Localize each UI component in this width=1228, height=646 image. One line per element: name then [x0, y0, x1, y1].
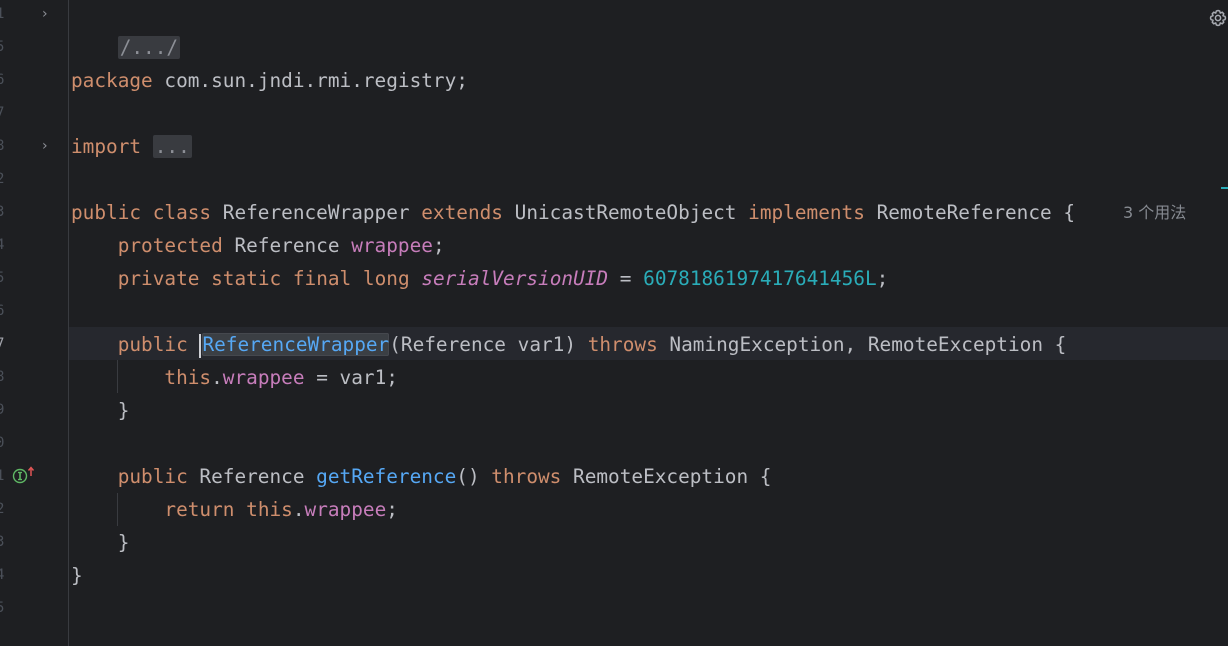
keyword: implements: [748, 201, 865, 224]
chevron-right-icon[interactable]: ›: [42, 130, 56, 163]
line-number: 5: [0, 600, 5, 616]
close-brace: }: [117, 399, 130, 422]
close-brace: }: [71, 564, 83, 587]
line-number: 3: [0, 534, 5, 550]
type-name: Reference: [187, 465, 317, 488]
static-field-name: serialVersionUID: [421, 267, 609, 290]
scrollbar-marker[interactable]: [1221, 187, 1228, 189]
keyword: static: [211, 267, 282, 290]
line-number: 3: [0, 204, 5, 220]
dot: .: [211, 366, 223, 389]
line-number: 9: [0, 402, 5, 418]
code-line-method[interactable]: public Reference getReference() throws R…: [71, 460, 772, 493]
gear-icon[interactable]: [1208, 8, 1228, 28]
operator: =: [608, 267, 644, 290]
keyword: private: [117, 267, 200, 290]
keyword: throws: [587, 333, 658, 356]
code-line-import[interactable]: import ...: [71, 130, 192, 163]
chevron-right-icon[interactable]: ›: [42, 0, 56, 31]
semicolon: ;: [432, 234, 445, 257]
method-name: getReference: [316, 465, 457, 488]
field-name: wrappee: [222, 366, 305, 389]
keyword: public: [117, 465, 188, 488]
line-number: 2: [0, 171, 5, 187]
keyword: long: [362, 267, 410, 290]
type-name: Reference: [222, 234, 352, 257]
code-line-return[interactable]: return this.wrappee;: [71, 493, 398, 526]
keyword: extends: [421, 201, 503, 224]
keyword: import: [71, 135, 142, 158]
keyword: throws: [491, 465, 562, 488]
number-literal: 6078186197417641456L: [643, 267, 877, 290]
package-name: com.sun.jndi.rmi.registry;: [152, 69, 468, 92]
line-number-gutter: 1 5 6 7 8 2 3 4 5 6 7 8 9 0 1 2 3 4 5 › …: [0, 0, 69, 646]
line-number: 4: [0, 237, 5, 253]
keyword: public: [117, 333, 188, 356]
keyword: this: [164, 366, 212, 389]
code-editor[interactable]: 1 5 6 7 8 2 3 4 5 6 7 8 9 0 1 2 3 4 5 › …: [0, 0, 1228, 646]
code-line-header[interactable]: /.../: [71, 0, 181, 59]
line-number: 1: [0, 6, 5, 22]
line-number: 6: [0, 303, 5, 319]
keyword: package: [71, 69, 153, 92]
folded-imports[interactable]: ...: [152, 135, 192, 158]
exception-list: NamingException, RemoteException {: [657, 333, 1067, 356]
line-number: 8: [0, 369, 5, 385]
line-number: 2: [0, 501, 5, 517]
folded-region[interactable]: /.../: [117, 36, 181, 59]
line-number: 1: [0, 468, 5, 484]
line-number: 5: [0, 270, 5, 286]
code-line-close-brace[interactable]: }: [71, 559, 83, 592]
line-number: 7: [0, 105, 5, 121]
exception-list: RemoteException {: [561, 465, 772, 488]
superclass-name: UnicastRemoteObject: [502, 201, 749, 224]
code-line-close-brace[interactable]: }: [71, 394, 130, 427]
line-number-active: 7: [0, 336, 5, 352]
parens: (): [456, 465, 492, 488]
field-name: wrappee: [304, 498, 387, 521]
code-line-close-brace[interactable]: }: [71, 526, 130, 559]
keyword: return: [164, 498, 235, 521]
code-line-field-serial[interactable]: private static final long serialVersionU…: [71, 262, 889, 295]
close-brace: }: [117, 531, 130, 554]
semicolon: ;: [876, 267, 889, 290]
semicolon: ;: [386, 498, 398, 521]
code-line-constructor[interactable]: public ReferenceWrapper(Reference var1) …: [71, 328, 1066, 361]
parameter-list: (Reference var1): [389, 333, 588, 356]
keyword: final: [292, 267, 352, 290]
dot: .: [292, 498, 305, 521]
line-number: 0: [0, 435, 5, 451]
keyword: public: [71, 201, 142, 224]
code-line-class-declaration[interactable]: public class ReferenceWrapper extends Un…: [71, 196, 1075, 229]
interface-name: RemoteReference {: [864, 201, 1076, 224]
keyword: class: [152, 201, 212, 224]
usages-inlay-hint[interactable]: 3 个用法: [1123, 196, 1186, 229]
line-number: 6: [0, 72, 5, 88]
line-number: 4: [0, 567, 5, 583]
field-name: wrappee: [351, 234, 433, 257]
code-line-package[interactable]: package com.sun.jndi.rmi.registry;: [71, 64, 468, 97]
implementation-up-arrow-icon[interactable]: [12, 466, 36, 486]
line-number: 5: [0, 39, 5, 55]
keyword: protected: [117, 234, 223, 257]
keyword: this: [246, 498, 293, 521]
constructor-name: ReferenceWrapper: [202, 333, 390, 356]
code-line-assignment[interactable]: this.wrappee = var1;: [71, 361, 398, 394]
assignment: = var1;: [304, 366, 398, 389]
line-number: 8: [0, 138, 5, 154]
code-line-field-wrappee[interactable]: protected Reference wrappee;: [71, 229, 445, 262]
class-name: ReferenceWrapper: [211, 201, 422, 224]
